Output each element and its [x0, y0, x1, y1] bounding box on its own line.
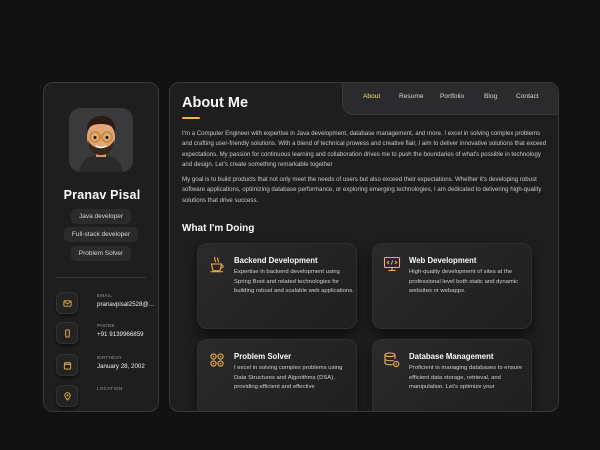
service-card-web: Web Development High-quality development… — [372, 243, 532, 329]
gears-brain-icon — [208, 351, 226, 369]
service-description: I excel in solving complex problems usin… — [234, 365, 343, 391]
contact-phone: PHONE +91 9139966859 — [56, 322, 156, 352]
services-title: What I'm Doing — [182, 223, 255, 234]
contact-label: PHONE — [97, 323, 115, 328]
role-tag: Java developer — [70, 209, 132, 224]
nav-about[interactable]: About — [363, 93, 380, 100]
location-icon — [56, 385, 78, 407]
contact-birthday: BIRTHDAY January 28, 2002 — [56, 354, 156, 384]
nav-resume[interactable]: Resume — [399, 93, 424, 100]
profile-name: Pranav Pisal — [63, 188, 141, 202]
service-card-problem-solver: Problem Solver I excel in solving comple… — [197, 339, 357, 411]
email-link[interactable]: pranavpisal2528@... — [97, 301, 154, 308]
coffee-java-icon — [208, 255, 226, 273]
page-title: About Me — [182, 95, 249, 111]
service-title: Database Management — [409, 352, 494, 361]
phone-link[interactable]: +91 9139966859 — [97, 331, 144, 338]
about-panel: About Resume Portfolio Blog Contact Abou… — [169, 82, 559, 412]
nav-blog[interactable]: Blog — [484, 93, 497, 100]
birthday-value: January 28, 2002 — [97, 363, 145, 370]
contact-location: LOCATION — [56, 385, 156, 411]
contact-label: LOCATION — [97, 386, 123, 391]
service-title: Backend Development — [234, 256, 318, 265]
calendar-icon — [56, 354, 78, 376]
about-paragraph: I'm a Computer Engineer with expertise i… — [182, 130, 547, 169]
avatar-memoji-icon — [69, 108, 133, 172]
service-description: High-quality development of sites at the… — [409, 269, 519, 295]
divider — [56, 277, 146, 278]
contact-email: EMAIL pranavpisal2528@... — [56, 292, 156, 322]
service-title: Problem Solver — [234, 352, 292, 361]
service-description: Expertise in backend development using S… — [234, 269, 354, 295]
avatar — [69, 108, 133, 172]
role-tag: Full-stack developer — [63, 227, 139, 242]
contact-label: BIRTHDAY — [97, 355, 123, 360]
title-underline — [182, 117, 200, 119]
database-icon — [383, 351, 401, 369]
contact-label: EMAIL — [97, 293, 113, 298]
mail-icon — [56, 292, 78, 314]
nav-contact[interactable]: Contact — [516, 93, 539, 100]
service-card-backend: Backend Development Expertise in backend… — [197, 243, 357, 329]
service-title: Web Development — [409, 256, 477, 265]
about-paragraph: My goal is to build products that not on… — [182, 176, 542, 204]
profile-sidebar: Pranav Pisal Java developer Full-stack d… — [43, 82, 159, 412]
service-card-database: Database Management Proficient in managi… — [372, 339, 532, 411]
role-tag: Problem Solver — [70, 246, 132, 261]
service-description: Proficient in managing databases to ensu… — [409, 365, 523, 391]
nav-portfolio[interactable]: Portfolio — [440, 93, 464, 100]
phone-icon — [56, 322, 78, 344]
top-navbar: About Resume Portfolio Blog Contact — [342, 83, 558, 115]
code-monitor-icon — [383, 255, 401, 273]
